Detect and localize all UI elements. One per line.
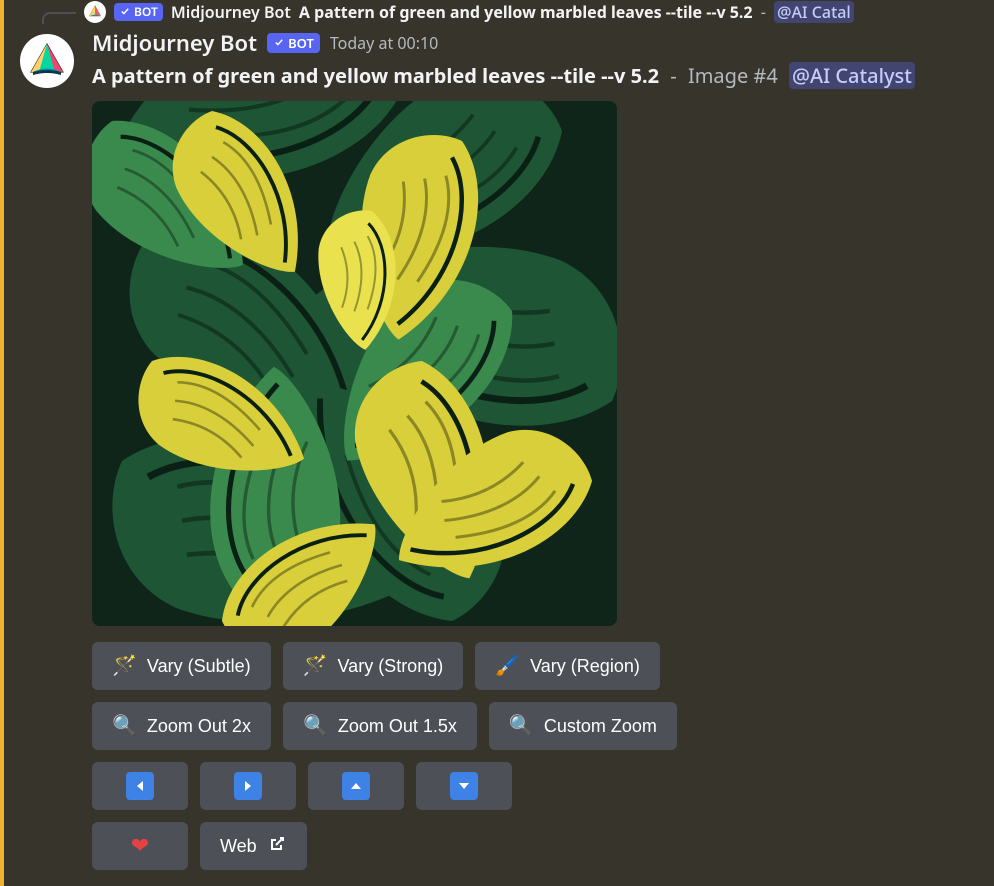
arrow-right-icon	[234, 772, 262, 800]
image-suffix: Image #4	[688, 62, 778, 89]
check-icon	[119, 6, 131, 18]
check-icon	[273, 37, 285, 49]
reply-author: Midjourney Bot	[171, 1, 291, 23]
button-label: Vary (Strong)	[338, 656, 444, 677]
external-link-icon	[267, 834, 287, 859]
prompt-sep: -	[664, 62, 682, 89]
button-row-2: 🔍 Zoom Out 2x 🔍 Zoom Out 1.5x 🔍 Custom Zoom	[92, 702, 978, 750]
reply-reference[interactable]: BOT Midjourney Bot A pattern of green an…	[4, 0, 994, 24]
action-button-rows: 🪄 Vary (Subtle) 🪄 Vary (Strong) 🖌️ Vary (Regi…	[92, 642, 978, 870]
pan-right-button[interactable]	[200, 762, 296, 810]
custom-zoom-icon: 🔍	[509, 716, 534, 736]
reply-sep: -	[757, 1, 770, 23]
vary-strong-button[interactable]: 🪄 Vary (Strong)	[283, 642, 464, 690]
prompt-text: A pattern of green and yellow marbled le…	[92, 62, 659, 89]
message-content: A pattern of green and yellow marbled le…	[92, 62, 978, 89]
custom-zoom-button[interactable]: 🔍 Custom Zoom	[489, 702, 677, 750]
vary-region-button[interactable]: 🖌️ Vary (Region)	[475, 642, 660, 690]
vary-subtle-icon: 🪄	[112, 656, 137, 676]
vary-strong-icon: 🪄	[303, 656, 328, 676]
pan-left-button[interactable]	[92, 762, 188, 810]
heart-button[interactable]: ❤	[92, 822, 188, 870]
button-row-1: 🪄 Vary (Subtle) 🪄 Vary (Strong) 🖌️ Vary (Regi…	[92, 642, 978, 690]
arrow-up-icon	[342, 772, 370, 800]
reply-avatar	[84, 1, 106, 23]
bot-badge-label: BOT	[134, 2, 158, 22]
heart-icon: ❤	[131, 833, 149, 859]
button-label: Vary (Region)	[530, 656, 640, 677]
button-row-3	[92, 762, 978, 810]
button-label: Zoom Out 2x	[147, 716, 251, 737]
bot-badge-label: BOT	[288, 33, 314, 53]
reply-spine	[42, 12, 76, 24]
author-name[interactable]: Midjourney Bot	[92, 30, 257, 56]
button-label: Web	[220, 836, 257, 857]
pan-up-button[interactable]	[308, 762, 404, 810]
reply-prompt: A pattern of green and yellow marbled le…	[299, 1, 753, 23]
button-label: Zoom Out 1.5x	[338, 716, 457, 737]
prompt-mention[interactable]: @AI Catalyst	[789, 62, 915, 89]
zoom-out-2x-button[interactable]: 🔍 Zoom Out 2x	[92, 702, 271, 750]
button-row-4: ❤ Web	[92, 822, 978, 870]
arrow-left-icon	[126, 772, 154, 800]
bot-badge: BOT	[267, 33, 320, 53]
reply-mention[interactable]: @AI Catal	[774, 1, 854, 23]
message: Midjourney Bot BOT Today at 00:10 A patt…	[4, 30, 994, 870]
vary-region-icon: 🖌️	[495, 656, 520, 676]
button-label: Custom Zoom	[544, 716, 657, 737]
web-button[interactable]: Web	[200, 822, 307, 870]
message-header: Midjourney Bot BOT Today at 00:10	[92, 30, 978, 56]
reply-content: A pattern of green and yellow marbled le…	[299, 1, 854, 23]
pan-down-button[interactable]	[416, 762, 512, 810]
zoom-out-1-5x-button[interactable]: 🔍 Zoom Out 1.5x	[283, 702, 477, 750]
author-avatar[interactable]	[20, 34, 74, 88]
generated-image[interactable]	[92, 101, 617, 626]
zoom-out-2x-icon: 🔍	[112, 716, 137, 736]
vary-subtle-button[interactable]: 🪄 Vary (Subtle)	[92, 642, 271, 690]
zoom-out-1-5x-icon: 🔍	[303, 716, 328, 736]
button-label: Vary (Subtle)	[147, 656, 251, 677]
message-timestamp: Today at 00:10	[330, 32, 438, 54]
bot-badge: BOT	[114, 3, 163, 21]
arrow-down-icon	[450, 772, 478, 800]
